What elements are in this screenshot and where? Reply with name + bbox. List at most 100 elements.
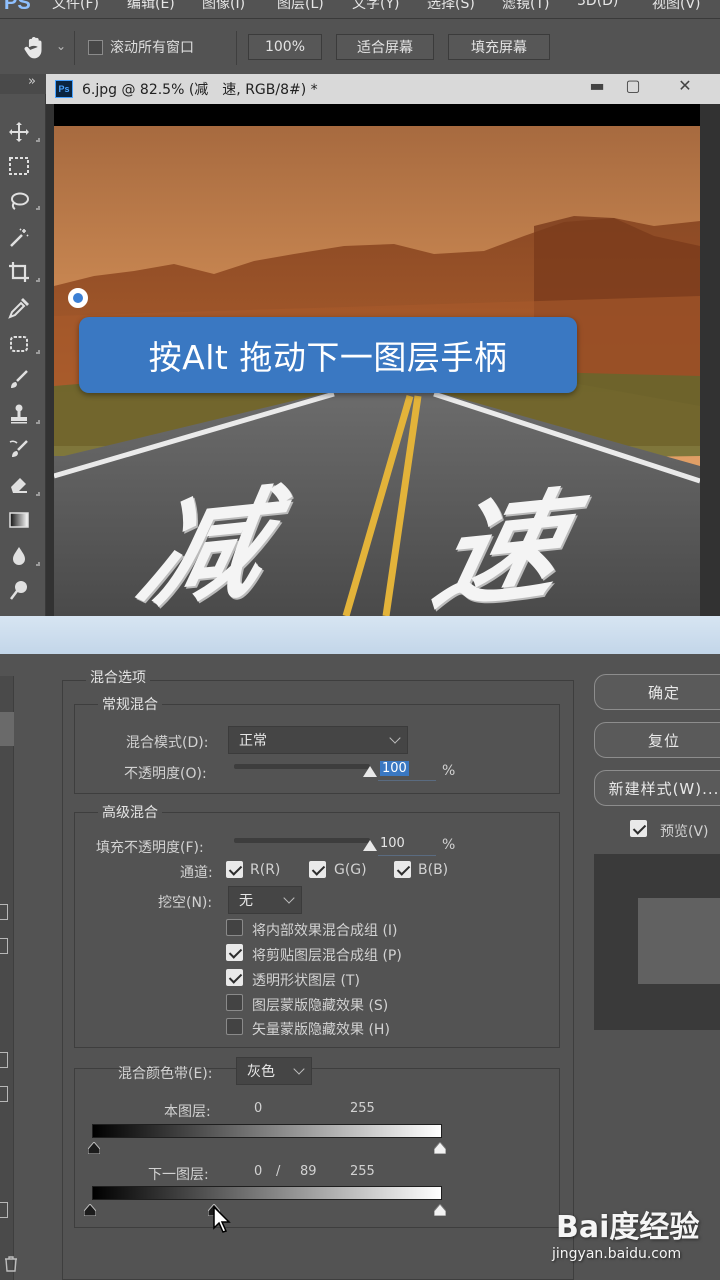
divider: [74, 31, 75, 65]
lasso-tool-icon[interactable]: [7, 190, 31, 214]
zoom-100-button[interactable]: 100%: [248, 34, 322, 60]
hand-tool-icon[interactable]: [22, 35, 48, 61]
menu-image[interactable]: 图像(I): [202, 0, 277, 13]
channel-b-label: B(B): [418, 862, 449, 878]
dodge-tool-icon[interactable]: [7, 578, 31, 602]
add-effect-icon[interactable]: [0, 1086, 8, 1102]
this-layer-white-slider[interactable]: [434, 1142, 446, 1154]
fill-screen-button[interactable]: 填充屏幕: [448, 34, 550, 60]
fit-screen-button[interactable]: 适合屏幕: [336, 34, 434, 60]
fill-opacity-label: 填充不透明度(F):: [96, 840, 204, 856]
channel-r-label: R(R): [250, 862, 281, 878]
maximize-icon[interactable]: ▢: [622, 76, 644, 95]
opacity-input[interactable]: 100: [378, 761, 436, 781]
collapse-panel-icon[interactable]: »: [28, 74, 36, 89]
minimize-icon[interactable]: ▬: [586, 76, 608, 95]
eyedropper-tool-icon[interactable]: [7, 296, 31, 320]
styles-list: [0, 676, 14, 1280]
underlying-layer-high-value: 255: [350, 1164, 375, 1179]
dialog-title-bar[interactable]: [0, 616, 720, 654]
blur-tool-icon[interactable]: [7, 544, 31, 568]
channel-g-checkbox[interactable]: [309, 861, 326, 878]
divider: [236, 31, 237, 65]
move-tool-icon[interactable]: [7, 120, 31, 144]
layer-mask-hides-effects-checkbox[interactable]: [226, 994, 243, 1011]
scroll-all-windows-option[interactable]: 滚动所有窗口: [88, 37, 194, 57]
menu-view[interactable]: 视图(V): [652, 0, 720, 13]
fill-opacity-input[interactable]: 100: [378, 836, 436, 856]
tool-preset-chevron-icon[interactable]: ⌄: [56, 39, 66, 53]
spot-healing-tool-icon[interactable]: [7, 332, 31, 356]
menu-edit[interactable]: 编辑(E): [127, 0, 202, 13]
vector-mask-hides-effects-label: 矢量蒙版隐藏效果 (H): [252, 1022, 390, 1038]
fill-opacity-slider[interactable]: [234, 838, 377, 851]
trash-icon[interactable]: [4, 1256, 18, 1272]
clone-stamp-tool-icon[interactable]: [7, 402, 31, 426]
blend-clipped-layers-checkbox[interactable]: [226, 944, 243, 961]
general-blending-title: 常规混合: [98, 694, 162, 714]
reset-button[interactable]: 复位: [594, 722, 720, 758]
blend-mode-value: 正常: [239, 733, 267, 749]
add-effect-icon[interactable]: [0, 1202, 8, 1218]
vector-mask-hides-effects-checkbox[interactable]: [226, 1018, 243, 1035]
preview-checkbox[interactable]: [630, 820, 647, 837]
tools-panel: »: [0, 74, 46, 616]
gradient-tool-icon[interactable]: [7, 508, 31, 532]
knockout-dropdown[interactable]: 无: [228, 886, 302, 914]
menu-file[interactable]: 文件(F): [52, 0, 127, 13]
channels-label: 通道:: [180, 865, 213, 881]
opacity-slider-thumb[interactable]: [363, 766, 377, 777]
ok-button[interactable]: 确定: [594, 674, 720, 710]
style-preview: [594, 854, 720, 1030]
history-brush-tool-icon[interactable]: [7, 438, 31, 462]
add-effect-icon[interactable]: [0, 938, 8, 954]
channel-r-checkbox[interactable]: [226, 861, 243, 878]
menu-type[interactable]: 文字(Y): [352, 0, 427, 13]
blend-if-group: [74, 1068, 560, 1228]
tool-group-indicator: [36, 350, 40, 354]
new-style-button[interactable]: 新建样式(W)...: [594, 770, 720, 806]
chevron-down-icon: [389, 732, 401, 744]
close-icon[interactable]: ✕: [674, 76, 696, 95]
transparency-shapes-checkbox[interactable]: [226, 969, 243, 986]
marquee-tool-icon[interactable]: [7, 154, 31, 178]
document-tab[interactable]: Ps 6.jpg @ 82.5% (减 速, RGB/8#) * ▬ ▢ ✕: [46, 74, 720, 104]
styles-list-selected-item[interactable]: [0, 712, 14, 746]
menu-3d[interactable]: 3D(D): [577, 0, 652, 13]
crop-tool-icon[interactable]: [7, 260, 31, 284]
channel-b-checkbox[interactable]: [394, 861, 411, 878]
brush-tool-icon[interactable]: [7, 368, 31, 392]
fill-opacity-slider-thumb[interactable]: [363, 840, 377, 851]
menu-layer[interactable]: 图层(L): [277, 0, 352, 13]
blend-mode-dropdown[interactable]: 正常: [228, 726, 408, 754]
menu-filter[interactable]: 滤镜(T): [502, 0, 577, 13]
blend-if-label: 混合颜色带(E):: [118, 1066, 213, 1082]
underlying-layer-slash: /: [276, 1164, 281, 1179]
menu-select[interactable]: 选择(S): [427, 0, 502, 13]
blend-if-value: 灰色: [247, 1064, 275, 1080]
tool-group-indicator: [36, 138, 40, 142]
blend-if-dropdown[interactable]: 灰色: [236, 1057, 312, 1085]
eraser-tool-icon[interactable]: [7, 472, 31, 496]
underlying-layer-gradient: [92, 1186, 442, 1200]
this-layer-high-value: 255: [350, 1101, 375, 1116]
opacity-slider[interactable]: [234, 764, 377, 777]
blend-interior-effects-checkbox[interactable]: [226, 919, 243, 936]
underlying-layer-black-slider-left[interactable]: [84, 1204, 96, 1216]
blend-interior-effects-label: 将内部效果混合成组 (I): [252, 923, 398, 939]
photoshop-logo: PS: [4, 0, 31, 14]
add-effect-icon[interactable]: [0, 904, 8, 920]
scroll-all-checkbox[interactable]: [88, 39, 103, 55]
tool-group-indicator: [36, 492, 40, 496]
add-effect-icon[interactable]: [0, 1052, 8, 1068]
opacity-label: 不透明度(O):: [124, 766, 207, 782]
opacity-value: 100: [380, 761, 409, 776]
canvas[interactable]: 减 速 按Alt 拖动下一图层手柄: [54, 104, 700, 616]
chevron-down-icon: [283, 892, 295, 904]
opacity-percent: %: [442, 763, 456, 779]
mouse-cursor-icon: [213, 1206, 231, 1233]
underlying-layer-white-slider[interactable]: [434, 1204, 446, 1216]
baidu-jingyan-watermark: Bai度经验: [556, 1210, 700, 1245]
magic-wand-tool-icon[interactable]: [7, 226, 31, 250]
this-layer-black-slider[interactable]: [88, 1142, 100, 1154]
